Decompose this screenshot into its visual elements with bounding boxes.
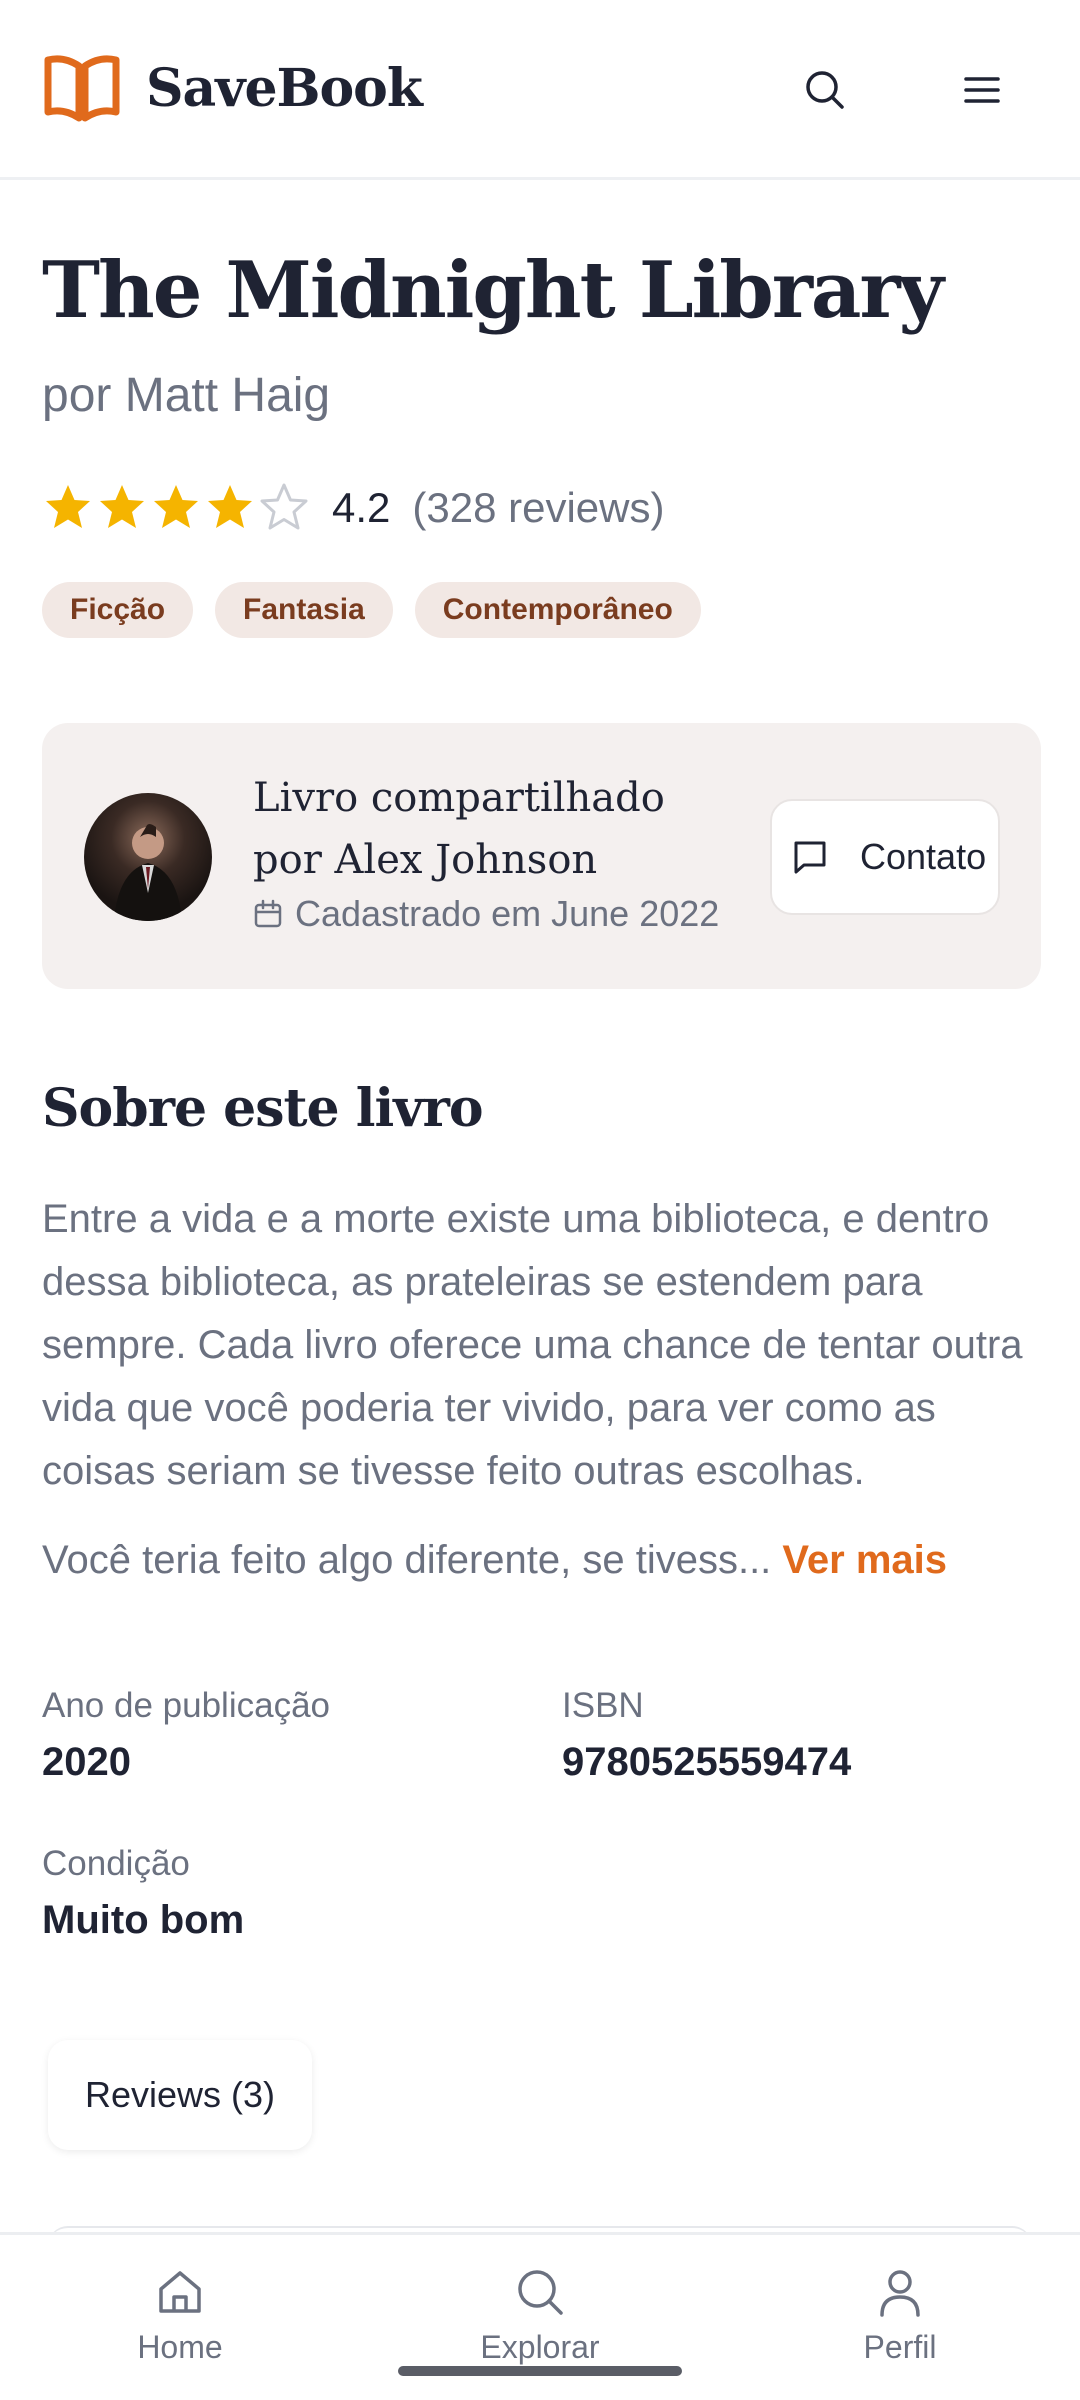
detail-label: ISBN	[562, 1686, 644, 1725]
avatar[interactable]	[84, 793, 212, 921]
genre-tag[interactable]: Fantasia	[215, 582, 393, 638]
nav-label: Home	[137, 2329, 223, 2365]
detail-year: Ano de publicação 2020	[42, 1686, 330, 1785]
contact-button-label: Contato	[860, 836, 987, 877]
detail-label: Ano de publicação	[42, 1686, 330, 1725]
book-title: The Midnight Library	[42, 245, 944, 336]
star-empty-icon	[260, 483, 308, 530]
star-filled-icon	[154, 485, 198, 528]
registered-date-text: Cadastrado em June 2022	[295, 893, 720, 934]
genre-tags: Ficção Fantasia Contemporâneo	[42, 582, 723, 638]
nav-item-profile[interactable]: Perfil	[800, 2265, 1000, 2366]
detail-condition: Condição Muito bom	[42, 1844, 244, 1943]
book-open-icon	[44, 55, 120, 122]
user-icon	[880, 2270, 920, 2317]
about-heading: Sobre este livro	[42, 1078, 484, 1139]
book-rating: 4.2 (328 reviews)	[42, 478, 664, 538]
system-home-indicator[interactable]	[398, 2366, 682, 2376]
star-filled-icon	[208, 485, 252, 528]
about-paragraph: Entre a vida e a morte existe uma biblio…	[42, 1197, 1023, 1493]
star-filled-icon	[100, 485, 144, 528]
about-paragraph-text: Você teria feito algo diferente, se tive…	[42, 1538, 772, 1582]
app-header: SaveBook	[0, 0, 1080, 180]
shared-by-text: Livro compartilhado por Alex Johnson	[253, 775, 665, 883]
book-author: por Matt Haig	[42, 369, 331, 422]
calendar-icon	[254, 899, 282, 928]
detail-value: 2020	[42, 1740, 131, 1784]
app-logo[interactable]: SaveBook	[42, 50, 423, 126]
genre-tag[interactable]: Contemporâneo	[414, 582, 701, 638]
genre-tag[interactable]: Ficção	[42, 582, 194, 638]
contact-button[interactable]: Contato	[770, 799, 1000, 915]
app-name: SaveBook	[146, 57, 423, 119]
detail-value: Muito bom	[42, 1898, 245, 1942]
read-more-link[interactable]: Ver mais	[782, 1538, 947, 1582]
detail-label: Condição	[42, 1844, 190, 1883]
header-search-button[interactable]	[795, 60, 855, 120]
header-menu-button[interactable]	[952, 60, 1012, 120]
rating-value: 4.2	[332, 484, 391, 531]
message-icon	[794, 841, 826, 874]
owner-card: Livro compartilhado por Alex Johnson Cad…	[42, 723, 1041, 989]
search-icon	[518, 2270, 563, 2315]
nav-item-explore[interactable]: Explorar	[440, 2265, 640, 2366]
registered-date: Cadastrado em June 2022	[253, 893, 719, 935]
detail-value: 9780525559474	[562, 1740, 852, 1784]
rating-count[interactable]: (328 reviews)	[412, 484, 664, 532]
detail-isbn: ISBN 9780525559474	[562, 1686, 851, 1785]
avatar-image	[114, 824, 182, 921]
nav-item-home[interactable]: Home	[80, 2265, 280, 2366]
nav-label: Perfil	[863, 2329, 937, 2365]
menu-icon	[964, 77, 1000, 103]
rating-stars	[42, 482, 312, 534]
nav-label: Explorar	[480, 2329, 600, 2365]
about-paragraph-truncated: Você teria feito algo diferente, se tive…	[42, 1529, 1052, 1592]
star-filled-icon	[46, 485, 90, 528]
home-icon	[159, 2271, 201, 2313]
reviews-tab[interactable]: Reviews (3)	[48, 2040, 312, 2150]
search-icon	[806, 71, 844, 109]
